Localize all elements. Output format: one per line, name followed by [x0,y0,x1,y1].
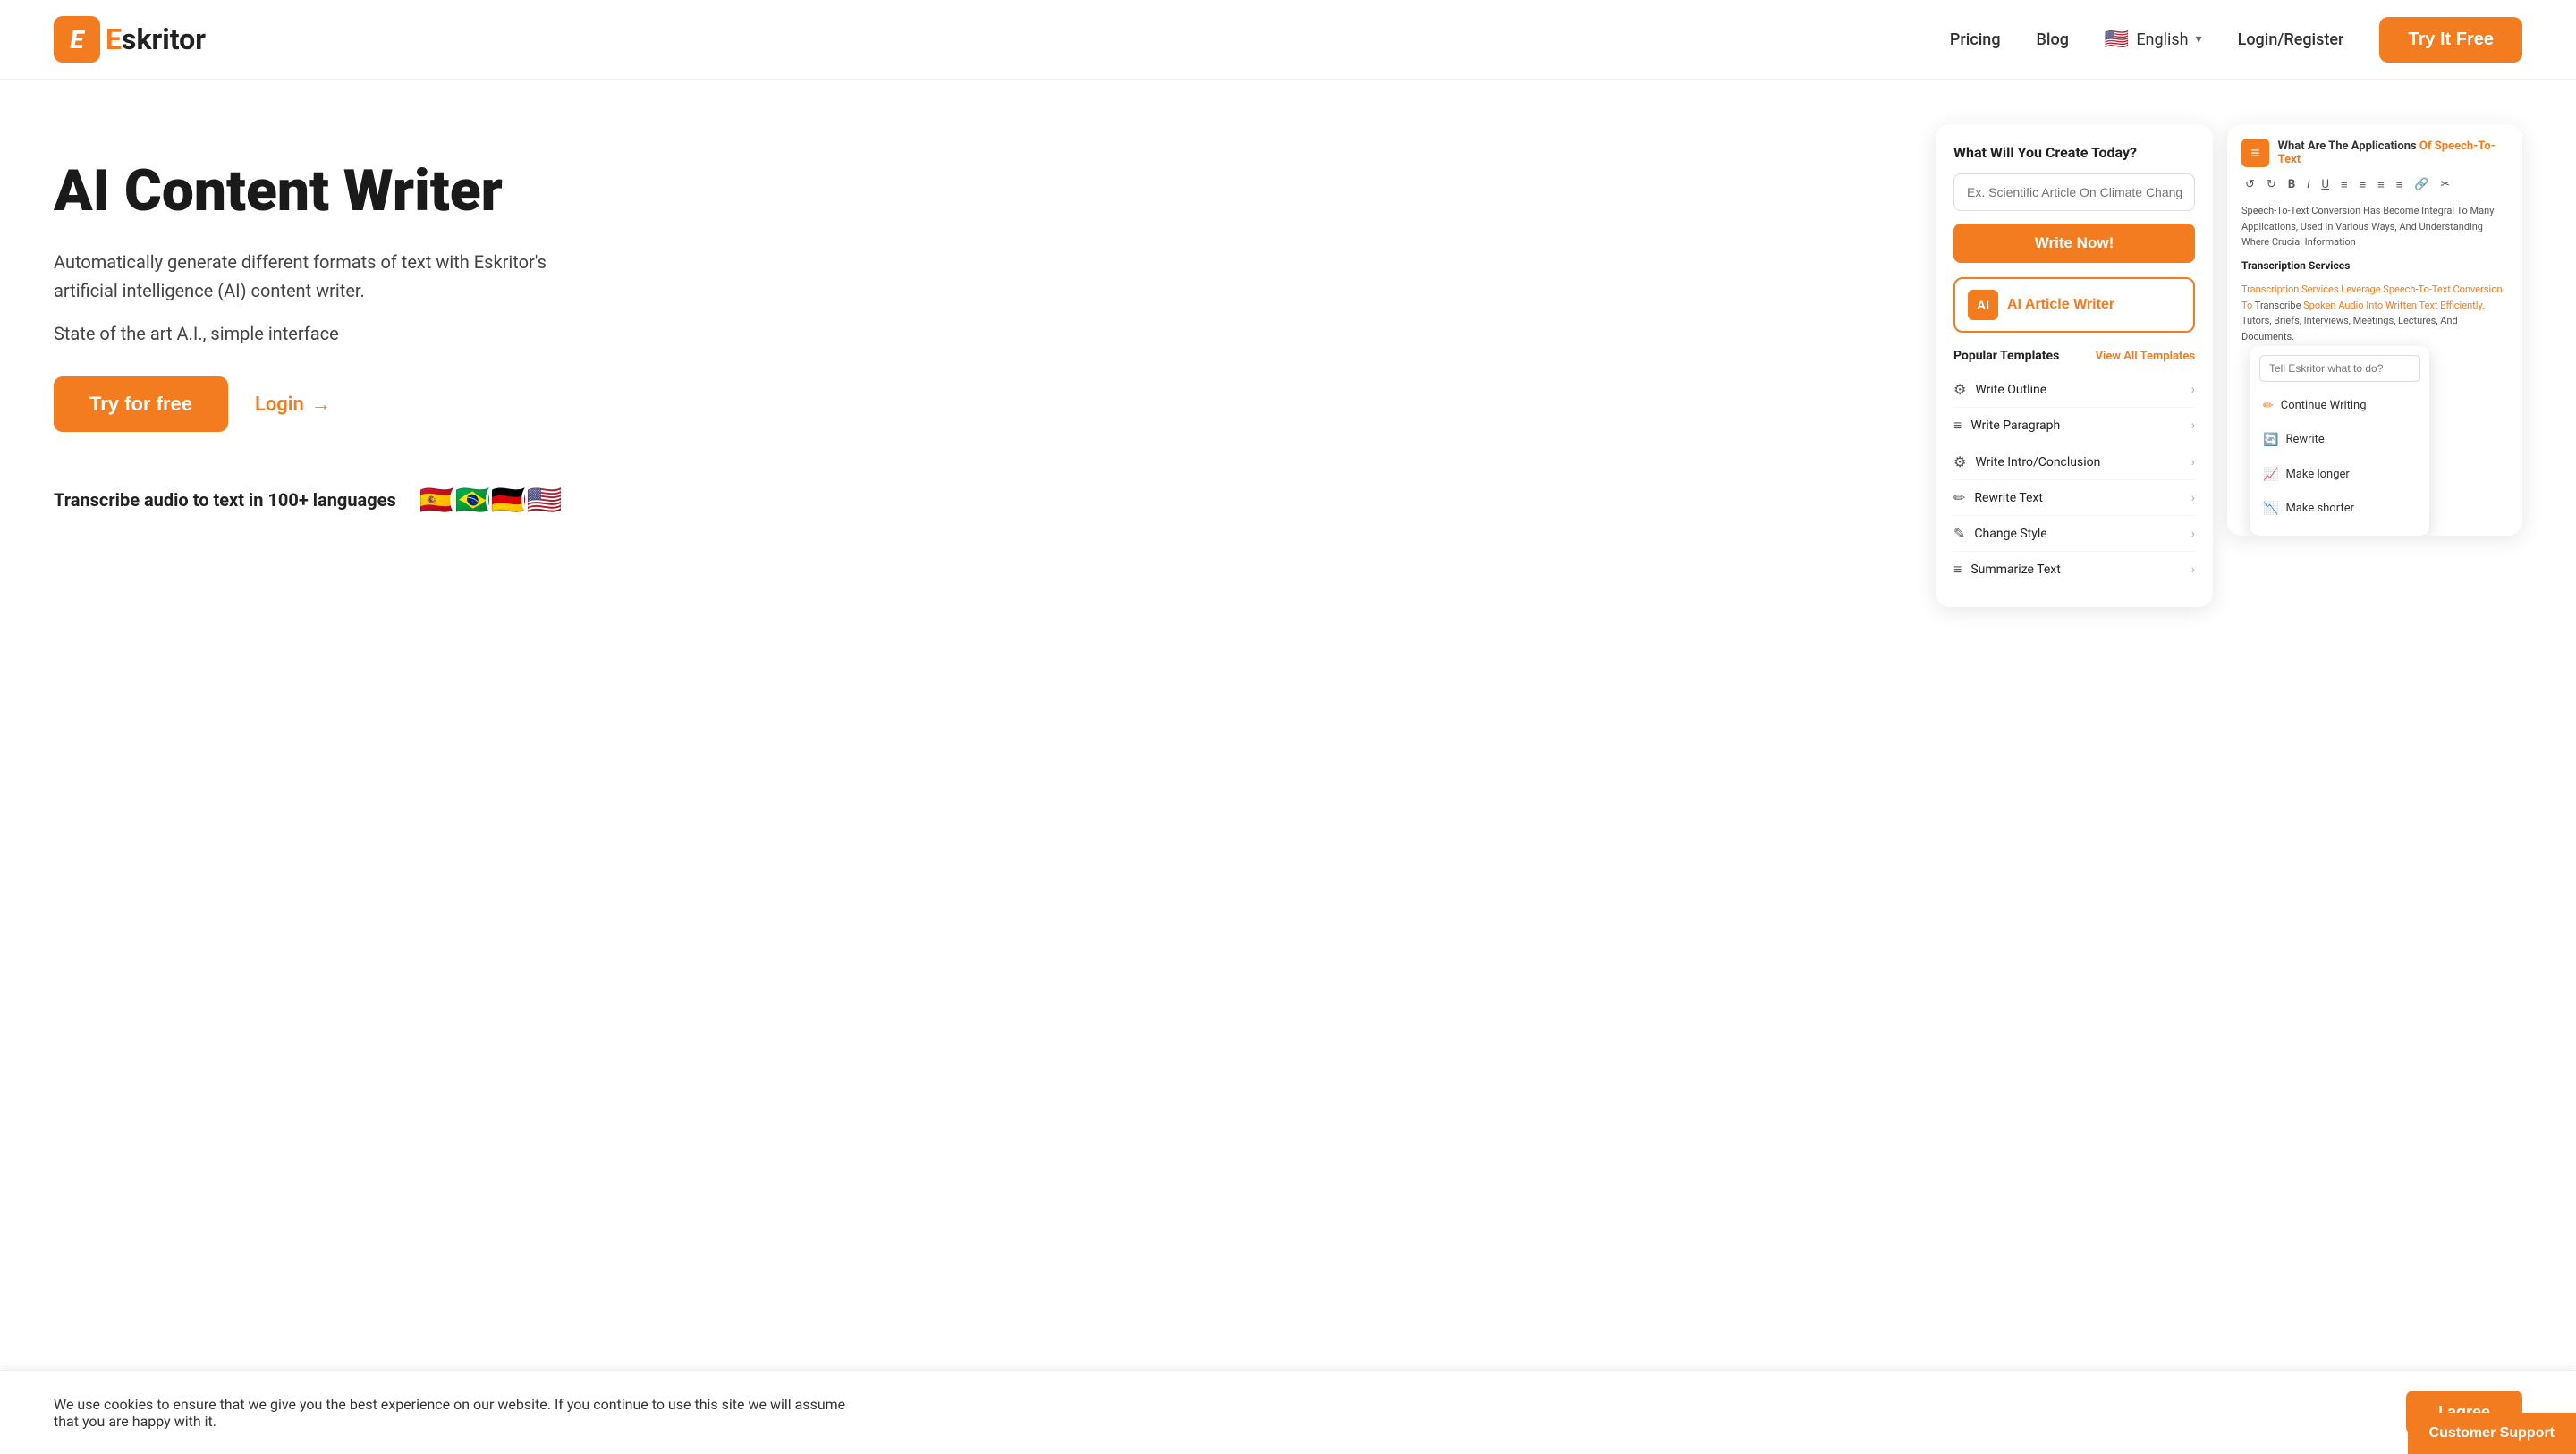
template-item-rewrite-text[interactable]: ✏ Rewrite Text › [1953,480,2195,516]
hero-title: AI Content Writer [54,160,590,223]
logo-text: Eskritor [106,22,206,56]
undo-button[interactable]: ↺ [2241,176,2258,194]
link-button[interactable]: 🔗 [2411,176,2432,194]
align-left-button[interactable]: ≡ [2374,176,2388,194]
underline-button[interactable]: U [2318,176,2333,194]
rewrite-icon: 🔄 [2263,430,2278,450]
summarize-text-icon: ≡ [1953,561,1962,579]
rewrite-option[interactable]: 🔄 Rewrite [2250,423,2429,457]
make-shorter-label: Make shorter [2285,500,2354,519]
template-item-write-outline[interactable]: ⚙ Write Outline › [1953,372,2195,408]
template-item-write-intro[interactable]: ⚙ Write Intro/Conclusion › [1953,444,2195,480]
chevron-right-icon: › [2191,418,2195,433]
editor-section1-text: Transcription Services Leverage Speech-T… [2241,282,2508,344]
editor-section1-title: Transcription Services [2241,258,2508,275]
chevron-right-icon: › [2191,383,2195,397]
editor-title: What Are The Applications Of Speech-To-T… [2278,139,2508,166]
continue-writing-label: Continue Writing [2281,397,2367,416]
italic-button[interactable]: I [2303,176,2313,194]
write-paragraph-label: Write Paragraph [1970,418,2060,433]
write-intro-label: Write Intro/Conclusion [1975,455,2100,469]
ai-article-icon: AI [1968,290,1998,320]
card-title: What Will You Create Today? [1953,144,2195,161]
make-longer-label: Make longer [2285,466,2349,485]
navbar: E Eskritor Pricing Blog 🇺🇸 English ▾ Log… [0,0,2576,80]
transcribe-text: Transcribe audio to text in 100+ languag… [54,489,396,511]
rewrite-label: Rewrite [2285,431,2324,450]
write-intro-icon: ⚙ [1953,453,1966,470]
chevron-down-icon: ▾ [2196,32,2202,46]
customer-support-button[interactable]: Customer Support [2408,1413,2576,1454]
ai-tooltip-input[interactable] [2259,355,2420,382]
ai-tooltip-popup: ✏ Continue Writing 🔄 Rewrite 📈 Make long… [2250,346,2429,536]
editor-card: ≡ What Are The Applications Of Speech-To… [2227,124,2522,536]
flag-usa: 🇺🇸 [521,477,568,523]
change-style-icon: ✎ [1953,525,1965,542]
change-style-label: Change Style [1974,527,2046,541]
nav-pricing[interactable]: Pricing [1950,30,2001,49]
login-link[interactable]: Login → [255,393,331,416]
continue-writing-option[interactable]: ✏ Continue Writing [2250,389,2429,423]
make-longer-icon: 📈 [2263,465,2278,485]
topic-input[interactable] [1953,173,2195,211]
template-list: ⚙ Write Outline › ≡ Write Paragraph › ⚙ [1953,372,2195,588]
popular-header: Popular Templates View All Templates [1953,349,2195,363]
write-paragraph-icon: ≡ [1953,417,1962,435]
hero-section: AI Content Writer Automatically generate… [0,80,2576,643]
hero-buttons: Try for free Login → [54,376,590,432]
rewrite-text-label: Rewrite Text [1974,491,2043,505]
template-item-change-style[interactable]: ✎ Change Style › [1953,516,2195,552]
write-outline-icon: ⚙ [1953,381,1966,398]
nav-links: Pricing Blog 🇺🇸 English ▾ Login/Register… [1950,17,2522,63]
make-shorter-icon: 📉 [2263,499,2278,519]
summarize-text-label: Summarize Text [1970,562,2060,577]
rewrite-text-icon: ✏ [1953,489,1965,506]
template-card: What Will You Create Today? Write Now! A… [1936,124,2213,607]
flag-icon: 🇺🇸 [2105,29,2129,51]
language-flags: 🇪🇸 🇧🇷 🇩🇪 🇺🇸 [414,477,568,523]
editor-intro-text: Speech-To-Text Conversion Has Become Int… [2241,203,2508,250]
editor-menu-icon: ≡ [2241,139,2269,167]
chevron-right-icon: › [2191,455,2195,469]
template-item-summarize-text[interactable]: ≡ Summarize Text › [1953,552,2195,588]
make-shorter-option[interactable]: 📉 Make shorter [2250,492,2429,526]
hero-sub: State of the art A.I., simple interface [54,323,590,344]
view-all-templates-link[interactable]: View All Templates [2096,350,2195,363]
editor-header: ≡ What Are The Applications Of Speech-To… [2241,139,2508,167]
write-outline-label: Write Outline [1975,383,2046,397]
align-right-button[interactable]: ≡ [2393,176,2407,194]
logo[interactable]: E Eskritor [54,16,206,63]
try-it-free-button[interactable]: Try It Free [2379,17,2522,63]
make-longer-option[interactable]: 📈 Make longer [2250,458,2429,492]
hero-left: AI Content Writer Automatically generate… [54,133,590,523]
cut-button[interactable]: ✂ [2437,176,2454,194]
redo-button[interactable]: ↻ [2263,176,2280,194]
try-for-free-button[interactable]: Try for free [54,376,228,432]
bold-button[interactable]: B [2284,176,2299,194]
continue-writing-icon: ✏ [2263,396,2274,416]
chevron-right-icon: › [2191,562,2195,577]
popular-templates-title: Popular Templates [1953,349,2059,363]
ai-article-label: AI Article Writer [2007,297,2114,313]
chevron-right-icon: › [2191,527,2195,541]
nav-blog[interactable]: Blog [2037,30,2069,49]
logo-icon: E [54,16,100,63]
ordered-list-button[interactable]: ≡ [2356,176,2370,194]
list-button[interactable]: ≡ [2337,176,2351,194]
language-label: English [2136,30,2188,49]
hero-right: What Will You Create Today? Write Now! A… [1936,124,2522,607]
cookie-bar: We use cookies to ensure that we give yo… [0,1370,2576,1454]
hero-description: Automatically generate different formats… [54,248,590,305]
nav-login-register[interactable]: Login/Register [2238,30,2344,49]
language-selector[interactable]: 🇺🇸 English ▾ [2105,29,2202,51]
ai-article-writer-button[interactable]: AI AI Article Writer [1953,277,2195,333]
transcribe-section: Transcribe audio to text in 100+ languag… [54,477,590,523]
cookie-text: We use cookies to ensure that we give yo… [54,1396,859,1430]
write-now-button[interactable]: Write Now! [1953,224,2195,263]
chevron-right-icon: › [2191,491,2195,505]
editor-toolbar: ↺ ↻ B I U ≡ ≡ ≡ ≡ 🔗 ✂ [2241,176,2508,194]
template-item-write-paragraph[interactable]: ≡ Write Paragraph › [1953,408,2195,444]
